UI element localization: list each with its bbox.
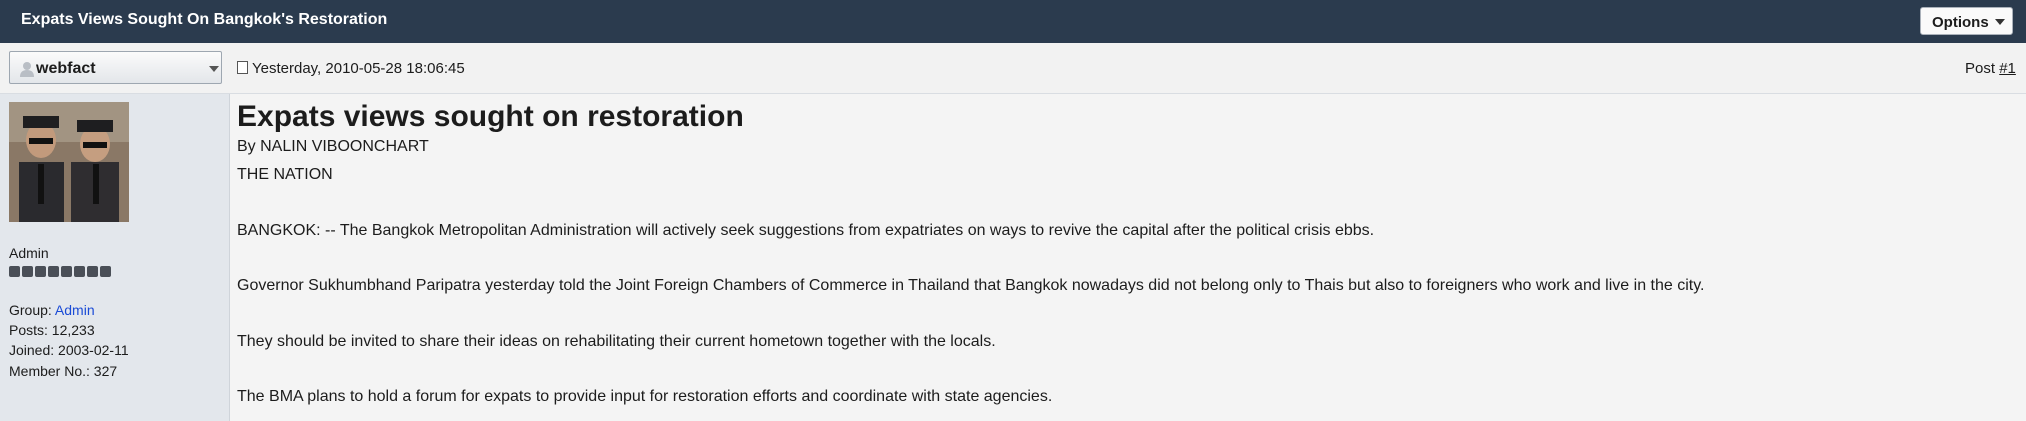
username: webfact [36, 60, 96, 77]
options-button[interactable]: Options [1920, 7, 2013, 35]
article-paragraph: They should be invited to share their id… [237, 333, 996, 350]
rank-pip-icon [9, 266, 20, 277]
topic-title: Expats Views Sought On Bangkok's Restora… [21, 11, 388, 28]
user-icon [20, 62, 34, 77]
rank-pip-icon [100, 266, 111, 277]
article-paragraph: The BMA plans to hold a forum for expats… [237, 388, 1053, 405]
post-document-icon [237, 61, 248, 74]
dropdown-arrow-icon [209, 66, 219, 72]
article-paragraph: Governor Sukhumbhand Paripatra yesterday… [237, 277, 1705, 294]
rank-pip-icon [87, 266, 98, 277]
member-number: Member No.: 327 [9, 363, 118, 379]
article-byline: By NALIN VIBOONCHART [237, 138, 429, 155]
user-menu-button[interactable]: webfact [9, 51, 222, 84]
group-label: Group: [9, 302, 55, 318]
avatar-image [9, 102, 129, 222]
user-posts-count: Posts: 12,233 [9, 322, 95, 338]
user-role: Admin [9, 245, 49, 261]
article-source: THE NATION [237, 166, 333, 183]
rank-pip-icon [61, 266, 72, 277]
rank-pip-icon [22, 266, 33, 277]
rank-pips [9, 264, 113, 282]
article-paragraph: BANGKOK: -- The Bangkok Metropolitan Adm… [237, 222, 1375, 239]
options-label: Options [1932, 14, 1989, 31]
post-content-area [230, 94, 2026, 421]
rank-pip-icon [74, 266, 85, 277]
avatar[interactable] [9, 102, 129, 222]
group-link[interactable]: Admin [55, 302, 95, 318]
post-date: Yesterday, 2010-05-28 18:06:45 [237, 60, 465, 77]
topic-title-bar: Expats Views Sought On Bangkok's Restora… [0, 0, 2026, 43]
article-headline: Expats views sought on restoration [237, 100, 744, 133]
post-number: Post #1 [1965, 60, 2016, 77]
caret-down-icon [1995, 19, 2005, 25]
post-date-text: Yesterday, 2010-05-28 18:06:45 [252, 60, 465, 77]
user-joined-date: Joined: 2003-02-11 [9, 342, 129, 358]
post-number-prefix: Post [1965, 60, 2000, 77]
user-group: Group: Admin [9, 302, 95, 318]
post-number-link[interactable]: #1 [1999, 60, 2016, 77]
rank-pip-icon [35, 266, 46, 277]
rank-pip-icon [48, 266, 59, 277]
